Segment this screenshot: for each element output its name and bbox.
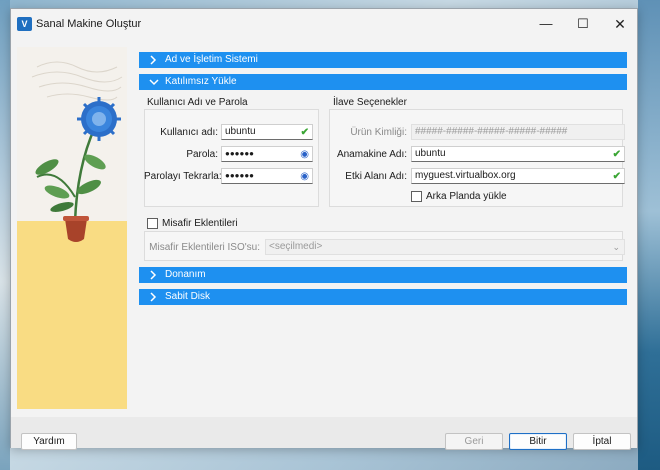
reveal-password-icon[interactable]: ◉ bbox=[300, 148, 309, 161]
title-bar[interactable]: V Sanal Makine Oluştur — ☐ ✕ bbox=[11, 9, 637, 39]
section-hardware[interactable]: Donanım bbox=[139, 267, 627, 283]
password-label: Parola: bbox=[186, 149, 218, 160]
desktop-background-left bbox=[0, 0, 10, 470]
reveal-password-repeat-icon[interactable]: ◉ bbox=[300, 170, 309, 183]
finish-button[interactable]: Bitir bbox=[509, 433, 567, 450]
hostname-value: ubuntu bbox=[415, 148, 446, 159]
back-button[interactable]: Geri bbox=[445, 433, 503, 450]
valid-check-icon: ✔ bbox=[612, 171, 621, 182]
domain-field[interactable]: myguest.virtualbox.org ✔ bbox=[411, 168, 625, 184]
maximize-button[interactable]: ☐ bbox=[568, 14, 598, 34]
product-key-label: Ürün Kimliği: bbox=[350, 127, 407, 138]
minimize-button[interactable]: — bbox=[531, 14, 561, 34]
section-unattended-label: Katılımsız Yükle bbox=[165, 76, 237, 87]
hostname-label: Anamakine Adı: bbox=[336, 149, 407, 160]
hostname-field[interactable]: ubuntu ✔ bbox=[411, 146, 625, 162]
password-repeat-field[interactable]: ●●●●●● ◉ bbox=[221, 168, 313, 184]
extra-group-title: İlave Seçenekler bbox=[333, 97, 407, 108]
section-hard-disk[interactable]: Sabit Disk bbox=[139, 289, 627, 305]
valid-check-icon: ✔ bbox=[612, 149, 621, 160]
flower-pot-illustration bbox=[31, 61, 123, 242]
virtualbox-logo-icon: V bbox=[17, 17, 32, 31]
valid-check-icon: ✔ bbox=[300, 127, 309, 138]
chevron-down-icon bbox=[149, 74, 159, 87]
section-name-os-label: Ad ve İşletim Sistemi bbox=[165, 54, 258, 65]
close-button[interactable]: ✕ bbox=[605, 14, 635, 34]
guest-additions-iso-value: <seçilmedi> bbox=[269, 241, 323, 252]
window-title: Sanal Makine Oluştur bbox=[36, 18, 142, 30]
guest-additions-iso-select[interactable]: <seçilmedi> ⌄ bbox=[265, 239, 625, 255]
chevron-right-icon bbox=[149, 52, 157, 65]
domain-label: Etki Alanı Adı: bbox=[345, 171, 407, 182]
chevron-right-icon bbox=[149, 267, 157, 280]
guest-additions-checkbox[interactable] bbox=[147, 218, 158, 229]
password-value: ●●●●●● bbox=[225, 149, 254, 158]
cancel-button[interactable]: İptal bbox=[573, 433, 631, 450]
user-group-title: Kullanıcı Adı ve Parola bbox=[147, 97, 248, 108]
background-install-label[interactable]: Arka Planda yükle bbox=[426, 191, 507, 202]
section-hard-disk-label: Sabit Disk bbox=[165, 291, 211, 302]
section-name-os[interactable]: Ad ve İşletim Sistemi bbox=[139, 52, 627, 68]
section-unattended[interactable]: Katılımsız Yükle bbox=[139, 74, 627, 90]
username-value: ubuntu bbox=[225, 126, 256, 137]
guest-additions-label[interactable]: Misafir Eklentileri bbox=[162, 218, 238, 229]
guest-additions-iso-label: Misafir Eklentileri ISO'su: bbox=[149, 242, 260, 253]
wizard-illustration bbox=[17, 47, 127, 409]
username-field[interactable]: ubuntu ✔ bbox=[221, 124, 313, 140]
password-repeat-value: ●●●●●● bbox=[225, 171, 254, 180]
help-button[interactable]: Yardım bbox=[21, 433, 77, 450]
chevron-down-icon: ⌄ bbox=[612, 242, 620, 252]
desktop-background-right bbox=[638, 0, 660, 470]
password-field[interactable]: ●●●●●● ◉ bbox=[221, 146, 313, 162]
product-key-field[interactable]: #####-#####-#####-#####-##### bbox=[411, 124, 625, 140]
section-hardware-label: Donanım bbox=[165, 269, 206, 280]
password-repeat-label: Parolayı Tekrarla: bbox=[144, 171, 222, 182]
product-key-placeholder: #####-#####-#####-#####-##### bbox=[415, 126, 568, 137]
create-vm-dialog: V Sanal Makine Oluştur — ☐ ✕ Ad ve İşlet… bbox=[10, 8, 638, 450]
background-install-checkbox[interactable] bbox=[411, 191, 422, 202]
username-label: Kullanıcı adı: bbox=[160, 127, 218, 138]
button-bar: Yardım Geri Bitir İptal bbox=[11, 417, 637, 450]
chevron-right-icon bbox=[149, 289, 157, 302]
domain-value: myguest.virtualbox.org bbox=[415, 170, 516, 181]
